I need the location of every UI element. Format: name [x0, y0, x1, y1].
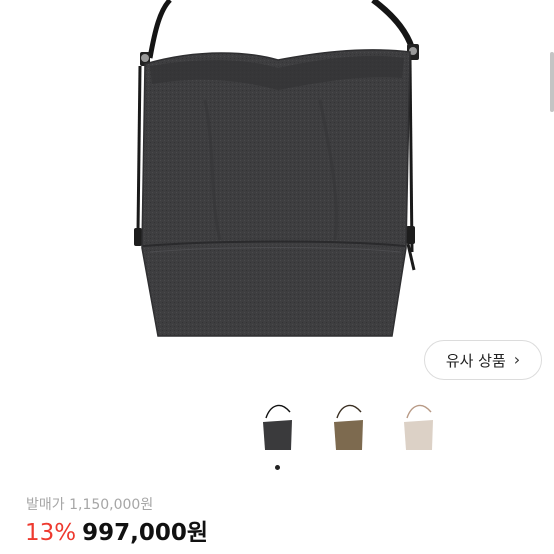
bag-thumbnail-icon [263, 404, 292, 450]
product-image [134, 0, 419, 337]
similar-products-button[interactable]: 유사 상품 › [424, 340, 542, 380]
bag-thumbnail-icon [334, 404, 363, 450]
variant-olive-brown[interactable] [329, 398, 369, 460]
bag-thumbnail-icon [404, 404, 433, 450]
list-price: 발매가 1,150,000원 [26, 497, 154, 513]
discount-rate: 13% [25, 520, 77, 546]
selected-variant-indicator [275, 465, 280, 470]
variant-beige[interactable] [399, 398, 439, 460]
price-row: 13% 997,000원 [25, 518, 208, 548]
similar-products-label: 유사 상품 [445, 351, 506, 370]
sale-price: 997,000원 [82, 520, 209, 546]
chevron-right-icon: › [513, 350, 521, 369]
color-variants [0, 398, 554, 468]
variant-charcoal[interactable] [258, 398, 298, 460]
